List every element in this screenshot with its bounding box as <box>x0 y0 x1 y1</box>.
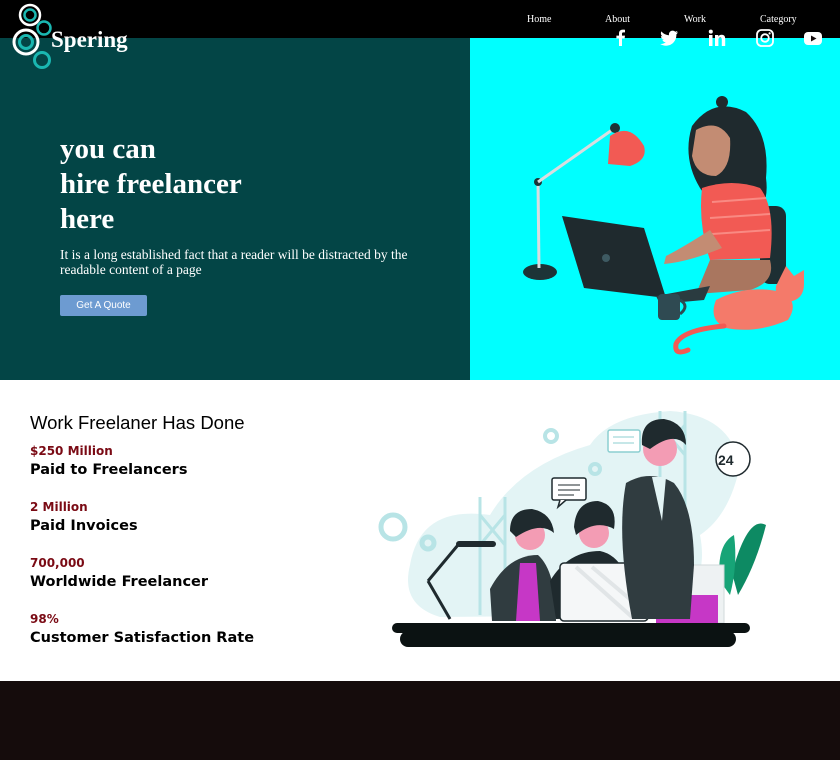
stat-value: 98% <box>30 612 59 626</box>
hero-illustration-panel <box>470 38 840 380</box>
nav-category[interactable]: Category <box>760 14 797 25</box>
stat-label: Customer Satisfaction Rate <box>30 630 255 646</box>
hero-title-line: you can <box>60 133 156 165</box>
stat-label: Paid Invoices <box>30 518 138 534</box>
team-working-illustration: 24 <box>378 411 766 647</box>
nav-work[interactable]: Work <box>684 14 706 25</box>
hero-title-line: here <box>60 203 115 235</box>
stat-label: Paid to Freelancers <box>30 462 188 478</box>
stat-label: Worldwide Freelancer <box>30 574 209 590</box>
brand-logo-icon[interactable] <box>10 26 54 72</box>
footer <box>0 681 840 760</box>
stat-value: 2 Million <box>30 500 88 514</box>
support-24-label: 24 <box>718 452 734 468</box>
twitter-icon[interactable] <box>659 28 679 48</box>
facebook-icon[interactable] <box>611 28 631 48</box>
linkedin-icon[interactable] <box>707 28 727 48</box>
footer-brand-name: Spering <box>51 27 128 52</box>
stat-value: 700,000 <box>30 556 85 570</box>
hero-description: It is a long established fact that a rea… <box>60 247 408 277</box>
support-24-icon: 24 <box>715 441 751 477</box>
youtube-icon[interactable] <box>803 28 823 48</box>
hero-title: you can hire freelancer here <box>60 132 320 237</box>
get-a-quote-button[interactable]: Get A Quote <box>60 295 147 316</box>
instagram-icon[interactable] <box>755 28 775 48</box>
nav-about[interactable]: About <box>605 14 630 25</box>
freelancer-woman-illustration <box>523 96 804 355</box>
chat-bubble-icon <box>607 429 641 453</box>
stat-value: $250 Million <box>30 444 113 458</box>
nav-home[interactable]: Home <box>527 14 551 25</box>
section-title: Work Freelaner Has Done <box>30 412 245 433</box>
hero-title-line: hire freelancer <box>60 168 242 200</box>
